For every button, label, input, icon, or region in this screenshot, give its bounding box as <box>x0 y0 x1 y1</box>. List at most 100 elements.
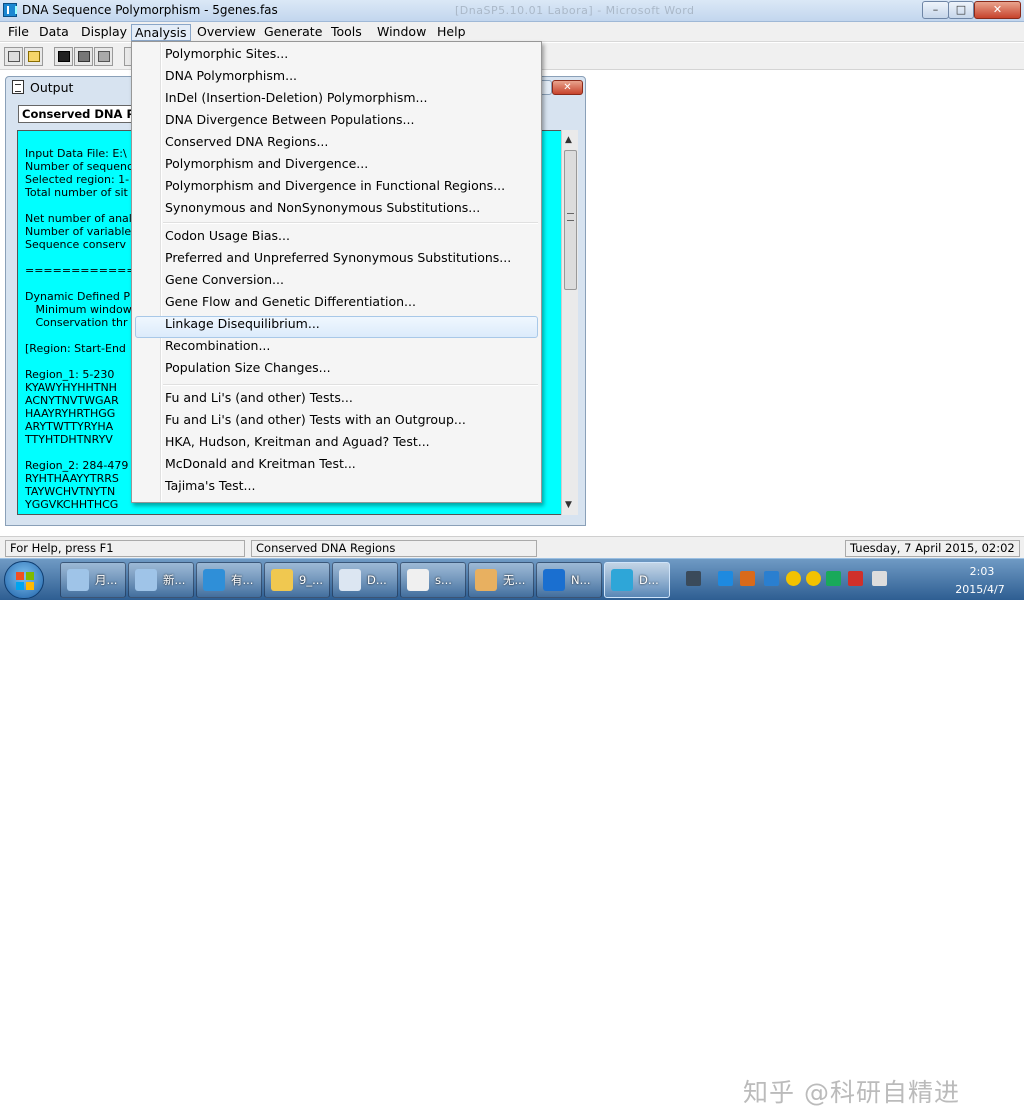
bluetooth-icon[interactable] <box>718 571 733 586</box>
taskbar-item[interactable]: 新... <box>128 562 194 598</box>
taskbar-item-label: 9_... <box>299 573 324 587</box>
output-vertical-scrollbar[interactable]: ▲ ▼ <box>561 130 578 515</box>
taskbar-item[interactable]: N... <box>536 562 602 598</box>
folder-icon[interactable] <box>24 47 43 66</box>
menu-separator <box>163 384 538 386</box>
analysis-dropdown-menu: Polymorphic Sites... DNA Polymorphism... I… <box>131 41 542 503</box>
taskbar-item[interactable]: D... <box>332 562 398 598</box>
start-button[interactable] <box>4 561 44 599</box>
menu-display[interactable]: Display <box>78 24 130 41</box>
menu-item[interactable]: Synonymous and NonSynonymous Substitutio… <box>165 198 480 218</box>
menu-item[interactable]: Codon Usage Bias... <box>165 226 290 246</box>
maximize-button[interactable]: □ <box>948 1 974 19</box>
menu-item[interactable]: Conserved DNA Regions... <box>165 132 328 152</box>
menu-item[interactable]: Linkage Disequilibrium... <box>165 314 320 334</box>
taskbar-item-label: D... <box>639 573 659 587</box>
taskbar-item[interactable]: 月... <box>60 562 126 598</box>
background-window-title: [DnaSP5.10.01 Labora] - Microsoft Word <box>455 4 695 17</box>
windows-logo-icon <box>16 572 34 590</box>
menu-item[interactable]: Fu and Li's (and other) Tests... <box>165 388 353 408</box>
status-datetime: Tuesday, 7 April 2015, 02:02 <box>845 540 1020 557</box>
menu-overview[interactable]: Overview <box>194 24 259 41</box>
folder-icon <box>271 569 293 591</box>
menu-item[interactable]: DNA Polymorphism... <box>165 66 297 86</box>
save-icon[interactable] <box>54 47 73 66</box>
menu-separator <box>163 222 538 224</box>
sogou-icon <box>543 569 565 591</box>
title-bar: DNA Sequence Polymorphism - 5genes.fas [… <box>0 0 1024 22</box>
scroll-down-arrow-icon[interactable]: ▼ <box>565 500 572 510</box>
youdao-icon <box>203 569 225 591</box>
close-button[interactable]: ✕ <box>974 1 1021 19</box>
menu-analysis[interactable]: Analysis <box>131 24 191 41</box>
menu-item[interactable]: Recombination... <box>165 336 270 356</box>
notepad-icon <box>135 569 157 591</box>
menu-item[interactable]: InDel (Insertion-Deletion) Polymorphism.… <box>165 88 427 108</box>
volume-icon[interactable] <box>740 571 755 586</box>
menu-item[interactable]: Polymorphism and Divergence in Functiona… <box>165 176 505 196</box>
clock-time[interactable]: 2:03 <box>952 565 1012 578</box>
windows-taskbar: 月... 新... 有... 9_... D... s... 无... N... D... 2:… <box>0 558 1024 600</box>
word-icon <box>339 569 361 591</box>
menu-generate[interactable]: Generate <box>261 24 325 41</box>
security-icon[interactable] <box>826 571 841 586</box>
menu-item[interactable]: Gene Conversion... <box>165 270 284 290</box>
menu-item[interactable]: Fu and Li's (and other) Tests with an Ou… <box>165 410 466 430</box>
window-title: DNA Sequence Polymorphism - 5genes.fas <box>22 3 278 17</box>
menu-item[interactable]: Tajima's Test... <box>165 476 255 496</box>
taskbar-item-label: N... <box>571 573 591 587</box>
menu-item[interactable]: Polymorphic Sites... <box>165 44 288 64</box>
output-window-title: Output <box>30 80 74 95</box>
paint-icon <box>475 569 497 591</box>
dnasp-icon <box>611 569 633 591</box>
output-close-button[interactable]: ✕ <box>552 80 583 95</box>
menu-item[interactable]: McDonald and Kreitman Test... <box>165 454 356 474</box>
menu-item[interactable]: DNA Divergence Between Populations... <box>165 110 414 130</box>
mute-icon[interactable] <box>848 571 863 586</box>
menu-window[interactable]: Window <box>374 24 429 41</box>
notepad-icon <box>67 569 89 591</box>
system-tray: 2:03 2015/4/7 <box>682 561 1020 599</box>
taskbar-item[interactable]: 有... <box>196 562 262 598</box>
grip-icon <box>567 213 574 221</box>
minimize-button[interactable]: – <box>922 1 949 19</box>
preview-icon[interactable] <box>94 47 113 66</box>
menu-data[interactable]: Data <box>36 24 72 41</box>
taskbar-item[interactable]: 无... <box>468 562 534 598</box>
zhihu-watermark: 知乎 @科研自精进 <box>743 1078 960 1107</box>
menu-icon-gutter <box>160 43 162 501</box>
menu-item[interactable]: Polymorphism and Divergence... <box>165 154 368 174</box>
status-current-analysis: Conserved DNA Regions <box>251 540 537 557</box>
keyboard-icon[interactable] <box>686 571 701 586</box>
face-icon <box>407 569 429 591</box>
menu-item[interactable]: HKA, Hudson, Kreitman and Aguad? Test... <box>165 432 430 452</box>
status-help-text: For Help, press F1 <box>5 540 245 557</box>
open-folder-icon[interactable] <box>4 47 23 66</box>
scroll-thumb[interactable] <box>564 150 577 290</box>
taskbar-item[interactable]: D... <box>604 562 670 598</box>
menu-tools[interactable]: Tools <box>328 24 365 41</box>
scroll-up-arrow-icon[interactable]: ▲ <box>565 135 572 145</box>
taskbar-item-label: 月... <box>95 573 118 587</box>
print-icon[interactable] <box>74 47 93 66</box>
status-bar: For Help, press F1 Conserved DNA Regions… <box>0 536 1024 1107</box>
menu-help[interactable]: Help <box>434 24 469 41</box>
qq-icon-2[interactable] <box>806 571 821 586</box>
menu-bar: File Data Display Analysis Overview Gene… <box>0 22 1024 42</box>
menu-file[interactable]: File <box>5 24 32 41</box>
taskbar-item-label: 新... <box>163 573 186 587</box>
wifi-signal-icon[interactable] <box>872 571 887 586</box>
network-icon[interactable] <box>764 571 779 586</box>
taskbar-item-label: 无... <box>503 573 526 587</box>
qq-icon[interactable] <box>786 571 801 586</box>
clock-date[interactable]: 2015/4/7 <box>940 583 1020 596</box>
menu-item[interactable]: Gene Flow and Genetic Differentiation... <box>165 292 416 312</box>
taskbar-item[interactable]: s... <box>400 562 466 598</box>
taskbar-item-label: D... <box>367 573 387 587</box>
taskbar-item[interactable]: 9_... <box>264 562 330 598</box>
menu-item[interactable]: Preferred and Unpreferred Synonymous Sub… <box>165 248 511 268</box>
taskbar-item-label: s... <box>435 573 452 587</box>
taskbar-item-label: 有... <box>231 573 254 587</box>
dnasp-app-icon[interactable] <box>3 3 17 17</box>
menu-item[interactable]: Population Size Changes... <box>165 358 331 378</box>
